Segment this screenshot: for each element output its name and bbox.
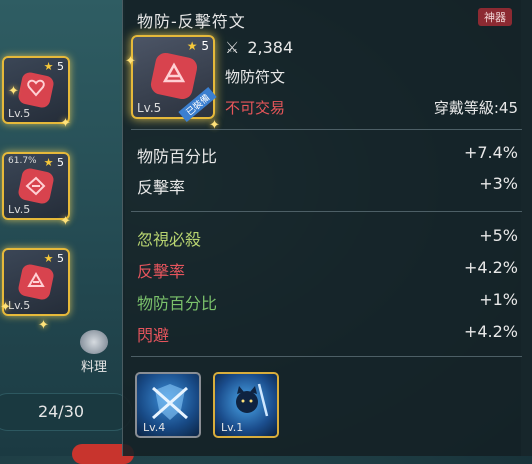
cooking-label: 料理 bbox=[80, 360, 107, 375]
stat-value: +4.2% bbox=[463, 258, 518, 277]
rune-icon bbox=[18, 168, 54, 204]
stat-label: 反擊率 bbox=[137, 262, 186, 281]
slot-level: Lv.5 bbox=[8, 203, 31, 216]
star-count: ★ 5 bbox=[43, 60, 64, 73]
inventory-count: 24/30 bbox=[0, 393, 132, 431]
rarity-badge: 神器 bbox=[478, 8, 512, 26]
cooking-button[interactable]: 料理 bbox=[74, 330, 114, 375]
sparkle-icon: ✦ bbox=[38, 318, 49, 333]
cooking-icon bbox=[80, 330, 108, 354]
main-stat-row: 反擊率 +3% bbox=[137, 174, 518, 198]
divider bbox=[131, 356, 522, 357]
rune-icon bbox=[18, 264, 54, 300]
sub-stat-row: 閃避 +4.2% bbox=[137, 322, 518, 346]
divider bbox=[131, 129, 522, 130]
stat-label: 反擊率 bbox=[137, 178, 186, 197]
trade-status: 不可交易 bbox=[225, 99, 286, 117]
rune-slot[interactable]: 61.7% ★ 5 Lv.5 bbox=[2, 152, 70, 220]
sparkle-icon: ✦ bbox=[8, 84, 19, 99]
sub-stat-row: 物防百分比 +1% bbox=[137, 290, 518, 314]
slot-level: Lv.5 bbox=[8, 107, 31, 120]
divider bbox=[131, 211, 522, 212]
sparkle-icon: ✦ bbox=[0, 300, 11, 315]
rune-icon bbox=[18, 72, 54, 108]
star-count: ★ 5 bbox=[43, 252, 64, 265]
item-tooltip: 物防-反擊符文 神器 ★ 5 Lv.5 已裝備 ✦ ✦ ⚔ 2,384 物防符文 … bbox=[122, 0, 532, 456]
stat-value: +1% bbox=[479, 290, 518, 309]
stat-label: 物防百分比 bbox=[137, 147, 218, 166]
crossed-swords-icon: ⚔ bbox=[225, 38, 240, 57]
sub-stat-row: 忽視必殺 +5% bbox=[137, 226, 518, 250]
stat-value: +5% bbox=[479, 226, 518, 245]
skill-slot[interactable]: Lv.1 bbox=[213, 372, 279, 438]
stat-label: 閃避 bbox=[137, 326, 170, 345]
star-count: ★ 5 bbox=[186, 39, 209, 53]
stat-label: 物防百分比 bbox=[137, 294, 218, 313]
equip-level: 穿戴等級:45 bbox=[433, 99, 518, 117]
item-level: Lv.5 bbox=[137, 101, 162, 115]
sparkle-icon: ✦ bbox=[209, 118, 220, 133]
sparkle-icon: ✦ bbox=[60, 116, 71, 131]
cat-warrior-icon bbox=[236, 383, 269, 417]
stat-value: +7.4% bbox=[463, 143, 518, 162]
main-stat-row: 物防百分比 +7.4% bbox=[137, 143, 518, 167]
rune-slot[interactable]: ★ 5 Lv.5 bbox=[2, 248, 70, 316]
skill-level: Lv.4 bbox=[143, 421, 166, 434]
stat-value: +4.2% bbox=[463, 322, 518, 341]
stat-value: +3% bbox=[479, 174, 518, 193]
rune-icon bbox=[150, 52, 198, 100]
slot-level: Lv.5 bbox=[8, 299, 31, 312]
sparkle-icon: ✦ bbox=[125, 54, 136, 69]
combat-power: ⚔ 2,384 bbox=[225, 38, 294, 57]
skill-level: Lv.1 bbox=[221, 421, 244, 434]
sub-stat-row: 反擊率 +4.2% bbox=[137, 258, 518, 282]
item-subtype: 物防符文 bbox=[225, 68, 286, 86]
shield-cross-icon bbox=[152, 384, 188, 420]
skill-slot[interactable]: Lv.4 bbox=[135, 372, 201, 438]
star-count: ★ 5 bbox=[43, 156, 64, 169]
item-icon: ★ 5 Lv.5 已裝備 bbox=[131, 35, 217, 123]
item-title: 物防-反擊符文 bbox=[137, 12, 246, 31]
sparkle-icon: ✦ bbox=[60, 214, 71, 229]
stat-label: 忽視必殺 bbox=[137, 230, 202, 249]
